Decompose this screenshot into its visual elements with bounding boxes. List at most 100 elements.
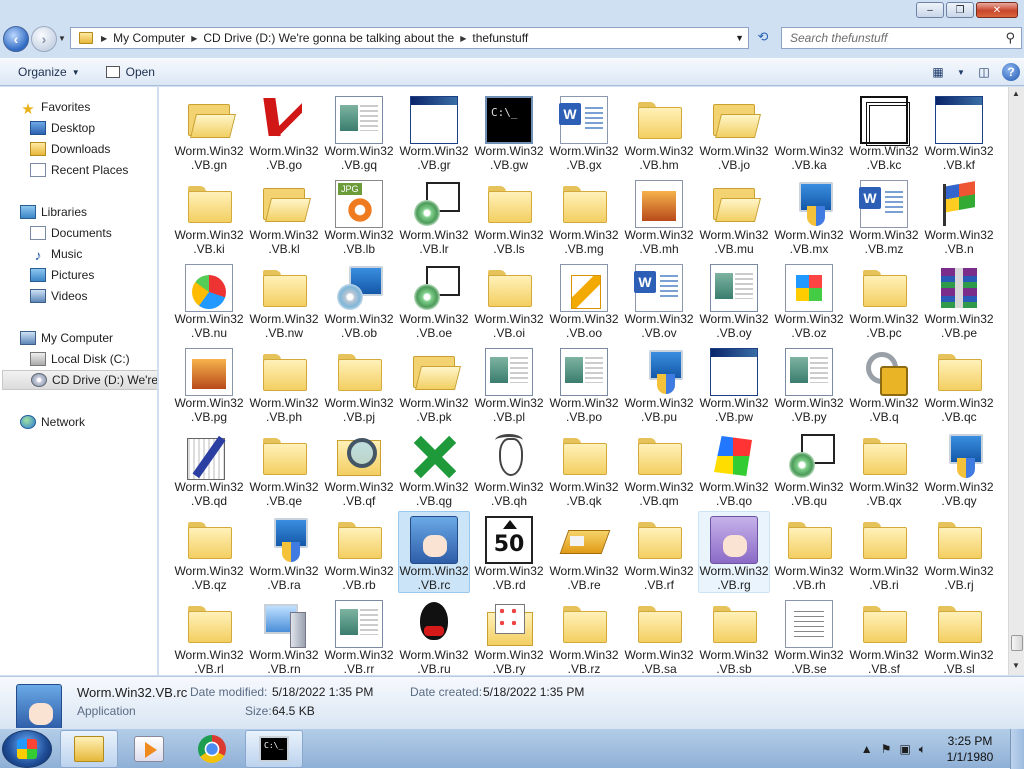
file-item[interactable]: Worm.Win32.VB.pw bbox=[698, 343, 770, 425]
file-item[interactable]: Worm.Win32.VB.nu bbox=[173, 259, 245, 341]
file-item[interactable]: Worm.Win32.VB.rh bbox=[773, 511, 845, 593]
file-item[interactable]: Worm.Win32.VB.po bbox=[548, 343, 620, 425]
scroll-down-icon[interactable]: ▼ bbox=[1012, 661, 1020, 670]
file-item[interactable]: Worm.Win32.VB.rc bbox=[398, 511, 470, 593]
taskbar-chrome[interactable] bbox=[183, 730, 241, 768]
file-item[interactable]: Worm.Win32.VB.gn bbox=[173, 91, 245, 173]
file-item[interactable]: Worm.Win32.VB.qz bbox=[173, 511, 245, 593]
file-item[interactable]: Worm.Win32.VB.kf bbox=[923, 91, 995, 173]
taskbar-cmd[interactable]: C:\_ bbox=[245, 730, 303, 768]
file-item[interactable]: Worm.Win32.VB.ry bbox=[473, 595, 545, 675]
show-hidden-icons-icon[interactable]: ▲ bbox=[861, 742, 873, 756]
file-item[interactable]: Worm.Win32.VB.ka bbox=[773, 91, 845, 173]
file-item[interactable]: Worm.Win32.VB.mh bbox=[623, 175, 695, 257]
file-item[interactable]: Worm.Win32.VB.ra bbox=[248, 511, 320, 593]
file-item[interactable]: Worm.Win32.VB.qk bbox=[548, 427, 620, 509]
file-item[interactable]: Worm.Win32.VB.ov bbox=[623, 259, 695, 341]
breadcrumb-my-computer[interactable]: My Computer bbox=[109, 31, 189, 45]
file-item[interactable]: Worm.Win32.VB.pg bbox=[173, 343, 245, 425]
recent-pages-dropdown-icon[interactable]: ▼ bbox=[58, 34, 66, 43]
file-item[interactable]: Worm.Win32.VB.lr bbox=[398, 175, 470, 257]
file-item[interactable]: Worm.Win32.VB.hm bbox=[623, 91, 695, 173]
file-item[interactable]: Worm.Win32.VB.mz bbox=[848, 175, 920, 257]
breadcrumb-thefunstuff[interactable]: thefunstuff bbox=[468, 31, 532, 45]
file-item[interactable]: Worm.Win32.VB.oz bbox=[773, 259, 845, 341]
close-button[interactable]: ✕ bbox=[976, 2, 1018, 18]
file-item[interactable]: C:\_ Worm.Win32.VB.gw bbox=[473, 91, 545, 173]
file-item[interactable]: Worm.Win32.VB.re bbox=[548, 511, 620, 593]
file-item[interactable]: Worm.Win32.VB.rl bbox=[173, 595, 245, 675]
nav-documents[interactable]: Documents bbox=[30, 223, 112, 243]
nav-libraries[interactable]: Libraries bbox=[20, 202, 87, 222]
network-status-icon[interactable]: ▣ bbox=[899, 742, 910, 756]
file-item[interactable]: Worm.Win32.VB.qd bbox=[173, 427, 245, 509]
address-dropdown-icon[interactable]: ▼ bbox=[735, 33, 744, 43]
file-item[interactable]: Worm.Win32.VB.rj bbox=[923, 511, 995, 593]
nav-favorites[interactable]: ★ Favorites bbox=[20, 97, 90, 118]
file-item[interactable]: Worm.Win32.VB.se bbox=[773, 595, 845, 675]
file-item[interactable]: Worm.Win32.VB.ru bbox=[398, 595, 470, 675]
nav-network[interactable]: Network bbox=[20, 412, 85, 432]
nav-cd-drive[interactable]: CD Drive (D:) We're g bbox=[2, 370, 157, 390]
taskbar-media-player[interactable] bbox=[120, 730, 178, 768]
file-item[interactable]: Worm.Win32.VB.qm bbox=[623, 427, 695, 509]
file-item[interactable]: Worm.Win32.VB.pk bbox=[398, 343, 470, 425]
file-item[interactable]: Worm.Win32.VB.mx bbox=[773, 175, 845, 257]
chevron-right-icon[interactable]: ▶ bbox=[99, 34, 109, 43]
file-item[interactable]: Worm.Win32.VB.gq bbox=[323, 91, 395, 173]
file-item[interactable]: Worm.Win32.VB.oy bbox=[698, 259, 770, 341]
file-item[interactable]: Worm.Win32.VB.oi bbox=[473, 259, 545, 341]
file-item[interactable]: Worm.Win32.VB.qh bbox=[473, 427, 545, 509]
file-item[interactable]: Worm.Win32.VB.qu bbox=[773, 427, 845, 509]
vertical-scrollbar[interactable]: ▲ ▼ bbox=[1008, 87, 1024, 675]
forward-button[interactable]: › bbox=[31, 26, 57, 52]
file-item[interactable]: Worm.Win32.VB.kc bbox=[848, 91, 920, 173]
file-item[interactable]: Worm.Win32.VB.n bbox=[923, 175, 995, 257]
nav-desktop[interactable]: Desktop bbox=[30, 118, 95, 138]
address-bar[interactable]: ▶ My Computer ▶ CD Drive (D:) We're gonn… bbox=[70, 27, 749, 49]
change-view-icon[interactable]: ▦ bbox=[928, 62, 948, 82]
file-item[interactable]: Worm.Win32.VB.rg bbox=[698, 511, 770, 593]
volume-icon[interactable]: 🔈︎ bbox=[919, 742, 926, 757]
file-item[interactable]: Worm.Win32.VB.kl bbox=[248, 175, 320, 257]
file-item[interactable]: Worm.Win32.VB.qx bbox=[848, 427, 920, 509]
start-button[interactable] bbox=[2, 730, 52, 768]
file-item[interactable]: Worm.Win32.VB.sa bbox=[623, 595, 695, 675]
minimize-button[interactable]: – bbox=[916, 2, 944, 18]
file-item[interactable]: Worm.Win32.VB.mu bbox=[698, 175, 770, 257]
file-item[interactable]: Worm.Win32.VB.pl bbox=[473, 343, 545, 425]
file-item[interactable]: Worm.Win32.VB.py bbox=[773, 343, 845, 425]
breadcrumb-cd-drive[interactable]: CD Drive (D:) We're gonna be talking abo… bbox=[199, 31, 458, 45]
file-item[interactable]: Worm.Win32.VB.gx bbox=[548, 91, 620, 173]
file-item[interactable]: Worm.Win32.VB.ki bbox=[173, 175, 245, 257]
taskbar-explorer[interactable] bbox=[60, 730, 118, 768]
file-item[interactable]: Worm.Win32.VB.ls bbox=[473, 175, 545, 257]
file-item[interactable]: Worm.Win32.VB.gr bbox=[398, 91, 470, 173]
file-item[interactable]: Worm.Win32.VB.oo bbox=[548, 259, 620, 341]
file-item[interactable]: Worm.Win32.VB.rz bbox=[548, 595, 620, 675]
file-item[interactable]: Worm.Win32.VB.jo bbox=[698, 91, 770, 173]
file-item[interactable]: 50 Worm.Win32.VB.rd bbox=[473, 511, 545, 593]
organize-button[interactable]: Organize ▼ bbox=[10, 61, 88, 83]
file-item[interactable]: Worm.Win32.VB.oe bbox=[398, 259, 470, 341]
file-item[interactable]: Worm.Win32.VB.sb bbox=[698, 595, 770, 675]
file-item[interactable]: Worm.Win32.VB.pe bbox=[923, 259, 995, 341]
file-item[interactable]: Worm.Win32.VB.qo bbox=[698, 427, 770, 509]
file-item[interactable]: Worm.Win32.VB.sf bbox=[848, 595, 920, 675]
scrollbar-thumb[interactable] bbox=[1011, 635, 1023, 651]
nav-my-computer[interactable]: My Computer bbox=[20, 328, 113, 348]
maximize-button[interactable]: ❐ bbox=[946, 2, 974, 18]
chevron-right-icon[interactable]: ▶ bbox=[189, 34, 199, 43]
preview-pane-icon[interactable]: ◫ bbox=[974, 62, 994, 82]
open-button[interactable]: Open bbox=[98, 61, 163, 83]
file-item[interactable]: Worm.Win32.VB.rr bbox=[323, 595, 395, 675]
search-icon[interactable]: ⚲ bbox=[1005, 30, 1015, 46]
file-item[interactable]: Worm.Win32.VB.ph bbox=[248, 343, 320, 425]
search-input[interactable]: Search thefunstuff ⚲ bbox=[781, 27, 1022, 49]
nav-recent-places[interactable]: Recent Places bbox=[30, 160, 128, 180]
file-item[interactable]: Worm.Win32.VB.qf bbox=[323, 427, 395, 509]
scroll-up-icon[interactable]: ▲ bbox=[1012, 89, 1020, 98]
file-item[interactable]: Worm.Win32.VB.rf bbox=[623, 511, 695, 593]
file-item[interactable]: Worm.Win32.VB.qy bbox=[923, 427, 995, 509]
file-item[interactable]: Worm.Win32.VB.pu bbox=[623, 343, 695, 425]
